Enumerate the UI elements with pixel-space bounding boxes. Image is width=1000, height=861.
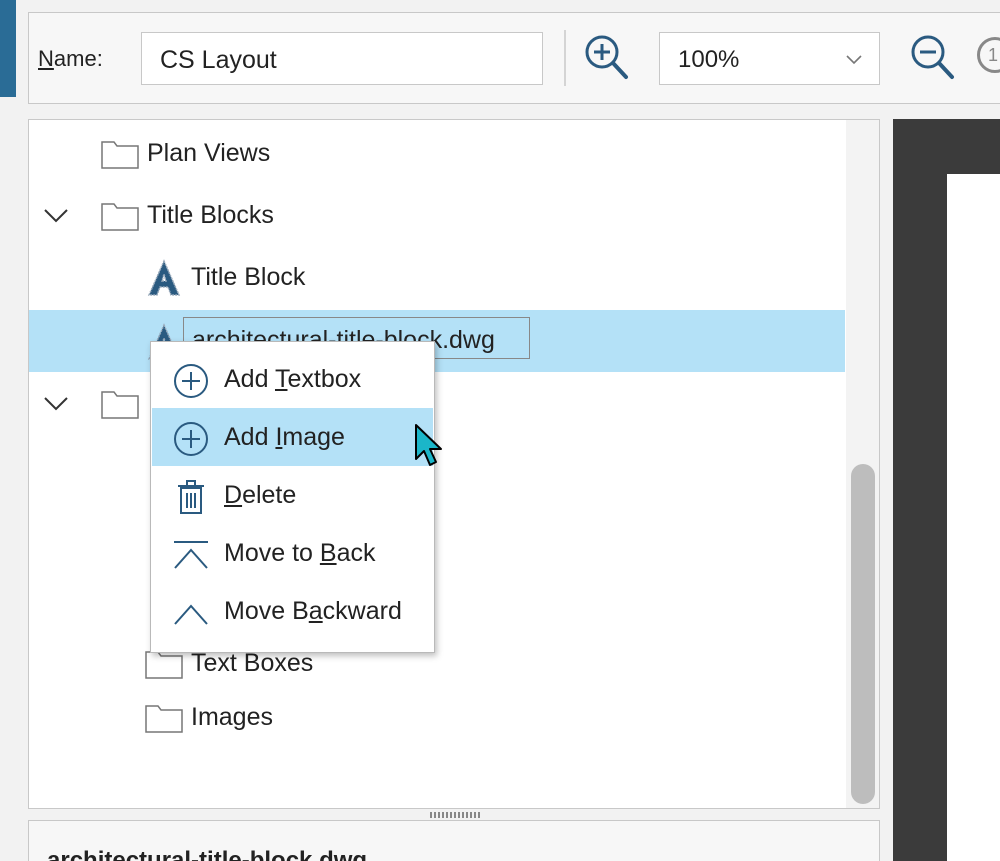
mouse-cursor-icon	[415, 424, 442, 466]
folder-icon	[145, 651, 183, 679]
context-menu: Add Textbox Add Image Delete Move to Bac…	[150, 341, 435, 653]
toolbar-separator	[564, 30, 566, 86]
menu-item-move-to-back[interactable]: Move to Back	[152, 524, 433, 582]
zoom-value: 100%	[678, 46, 740, 73]
chevron-down-icon	[846, 55, 862, 65]
menu-item-label: Move Backward	[224, 597, 402, 625]
trash-icon	[178, 480, 204, 514]
menu-item-add-image[interactable]: Add Image	[152, 408, 433, 466]
scrollbar-thumb[interactable]	[851, 464, 875, 804]
tree-item-plan-views[interactable]: Plan Views	[29, 122, 845, 184]
properties-title: architectural-title-block.dwg	[47, 847, 368, 861]
menu-item-label: Move to Back	[224, 539, 376, 567]
tree-item-label: Title Block	[191, 263, 306, 291]
chevron-down-icon[interactable]	[43, 204, 69, 226]
chevron-down-icon[interactable]	[43, 392, 69, 414]
title-block-icon	[147, 259, 181, 296]
menu-item-add-textbox[interactable]: Add Textbox	[152, 350, 433, 408]
move-backward-icon	[174, 604, 208, 625]
tree-item-title-block[interactable]: Title Block	[29, 246, 845, 308]
splitter-handle[interactable]	[430, 812, 480, 818]
layout-page[interactable]	[947, 174, 1000, 861]
add-circle-icon	[174, 422, 208, 456]
tree-item-label: Text Boxes	[191, 649, 314, 677]
move-to-back-icon	[174, 541, 208, 569]
menu-item-label: Add Image	[224, 423, 345, 451]
zoom-out-icon[interactable]	[908, 32, 958, 84]
tree-item-title-blocks[interactable]: Title Blocks	[29, 184, 845, 246]
properties-panel: architectural-title-block.dwg	[28, 820, 880, 861]
zoom-in-icon[interactable]	[582, 32, 632, 84]
name-input[interactable]: CS Layout	[141, 32, 543, 85]
menu-item-label: Add Textbox	[224, 365, 362, 393]
tree-item-label: Plan Views	[147, 139, 271, 167]
add-circle-icon	[174, 364, 208, 398]
menu-item-delete[interactable]: Delete	[152, 466, 433, 524]
menu-item-label: Delete	[224, 481, 297, 509]
zoom-select[interactable]: 100%	[659, 32, 880, 85]
tree-item-label: Title Blocks	[147, 201, 274, 229]
folder-icon	[101, 391, 139, 419]
name-label: Name:	[38, 46, 103, 71]
folder-icon	[101, 141, 139, 169]
tree-item-label: Images	[191, 703, 273, 731]
menu-item-move-backward[interactable]: Move Backward	[152, 582, 433, 640]
tree-item-images[interactable]: Images	[29, 686, 845, 748]
folder-icon	[101, 203, 139, 231]
left-accent-bar	[0, 0, 16, 97]
folder-icon	[145, 705, 183, 733]
